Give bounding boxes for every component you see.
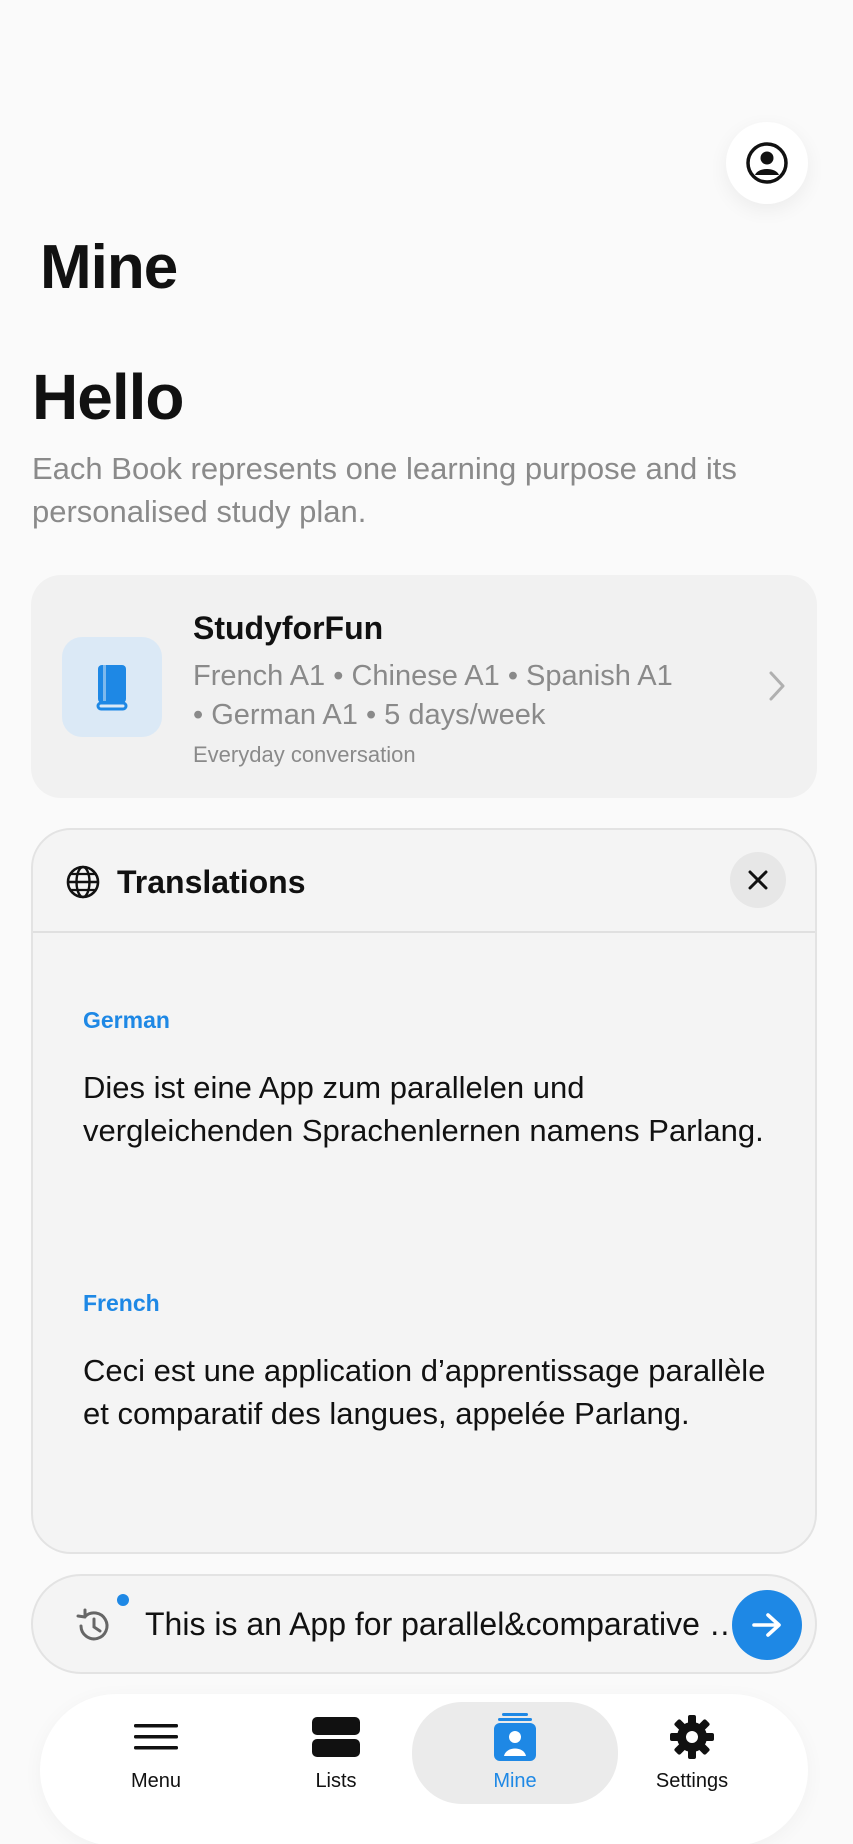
translation-text-french: Ceci est une application d’apprentissage… xyxy=(83,1353,766,1431)
bottom-tab-bar: Menu Lists Mine Settings xyxy=(40,1694,808,1844)
profile-button[interactable] xyxy=(726,122,808,204)
arrow-right-icon xyxy=(752,1613,781,1637)
unread-dot xyxy=(117,1594,129,1606)
history-icon[interactable] xyxy=(73,1606,113,1646)
tab-menu[interactable]: Menu xyxy=(60,1702,252,1804)
tab-mine[interactable]: Mine xyxy=(412,1702,618,1804)
tab-settings-label: Settings xyxy=(655,1769,729,1792)
tab-lists-label: Lists xyxy=(315,1769,357,1792)
tab-lists[interactable]: Lists xyxy=(240,1702,432,1804)
tab-menu-label: Menu xyxy=(130,1769,182,1792)
translation-language-german: German xyxy=(83,1007,170,1033)
book-purpose: Everyday conversation xyxy=(193,742,416,767)
book-languages: French A1 • Chinese A1 • Spanish A1 • Ge… xyxy=(193,657,713,735)
tab-settings[interactable]: Settings xyxy=(596,1702,788,1804)
send-button[interactable] xyxy=(732,1590,802,1660)
translation-input-bar: This is an App for parallel&comparative … xyxy=(31,1574,817,1674)
tab-mine-label: Mine xyxy=(493,1769,537,1792)
translation-input[interactable]: This is an App for parallel&comparative … xyxy=(145,1606,745,1643)
book-card[interactable]: StudyforFun French A1 • Chinese A1 • Spa… xyxy=(31,575,817,798)
gear-icon xyxy=(670,1714,714,1759)
mine-icon xyxy=(494,1712,536,1761)
intro-description: Each Book represents one learning purpos… xyxy=(32,451,737,529)
translation-language-french: French xyxy=(83,1290,160,1316)
chevron-right-icon xyxy=(769,671,785,701)
close-button[interactable] xyxy=(730,852,786,908)
globe-icon xyxy=(66,865,100,899)
translations-title: Translations xyxy=(117,864,306,900)
book-icon xyxy=(62,637,162,737)
book-name: StudyforFun xyxy=(193,610,384,646)
book-languages-line2: • German A1 • 5 days/week xyxy=(193,699,546,731)
lists-icon xyxy=(312,1716,360,1757)
book-languages-line1: French A1 • Chinese A1 • Spanish A1 xyxy=(193,660,673,692)
close-icon xyxy=(748,870,768,890)
translations-header: Translations xyxy=(33,830,815,933)
menu-icon xyxy=(134,1723,178,1749)
greeting-heading: Hello xyxy=(32,361,184,433)
translations-panel: Translations German Dies ist eine App zu… xyxy=(31,828,817,1554)
page-title: Mine xyxy=(40,233,178,302)
user-circle-icon xyxy=(746,142,788,184)
translation-text-german: Dies ist eine App zum parallelen und ver… xyxy=(83,1070,764,1148)
